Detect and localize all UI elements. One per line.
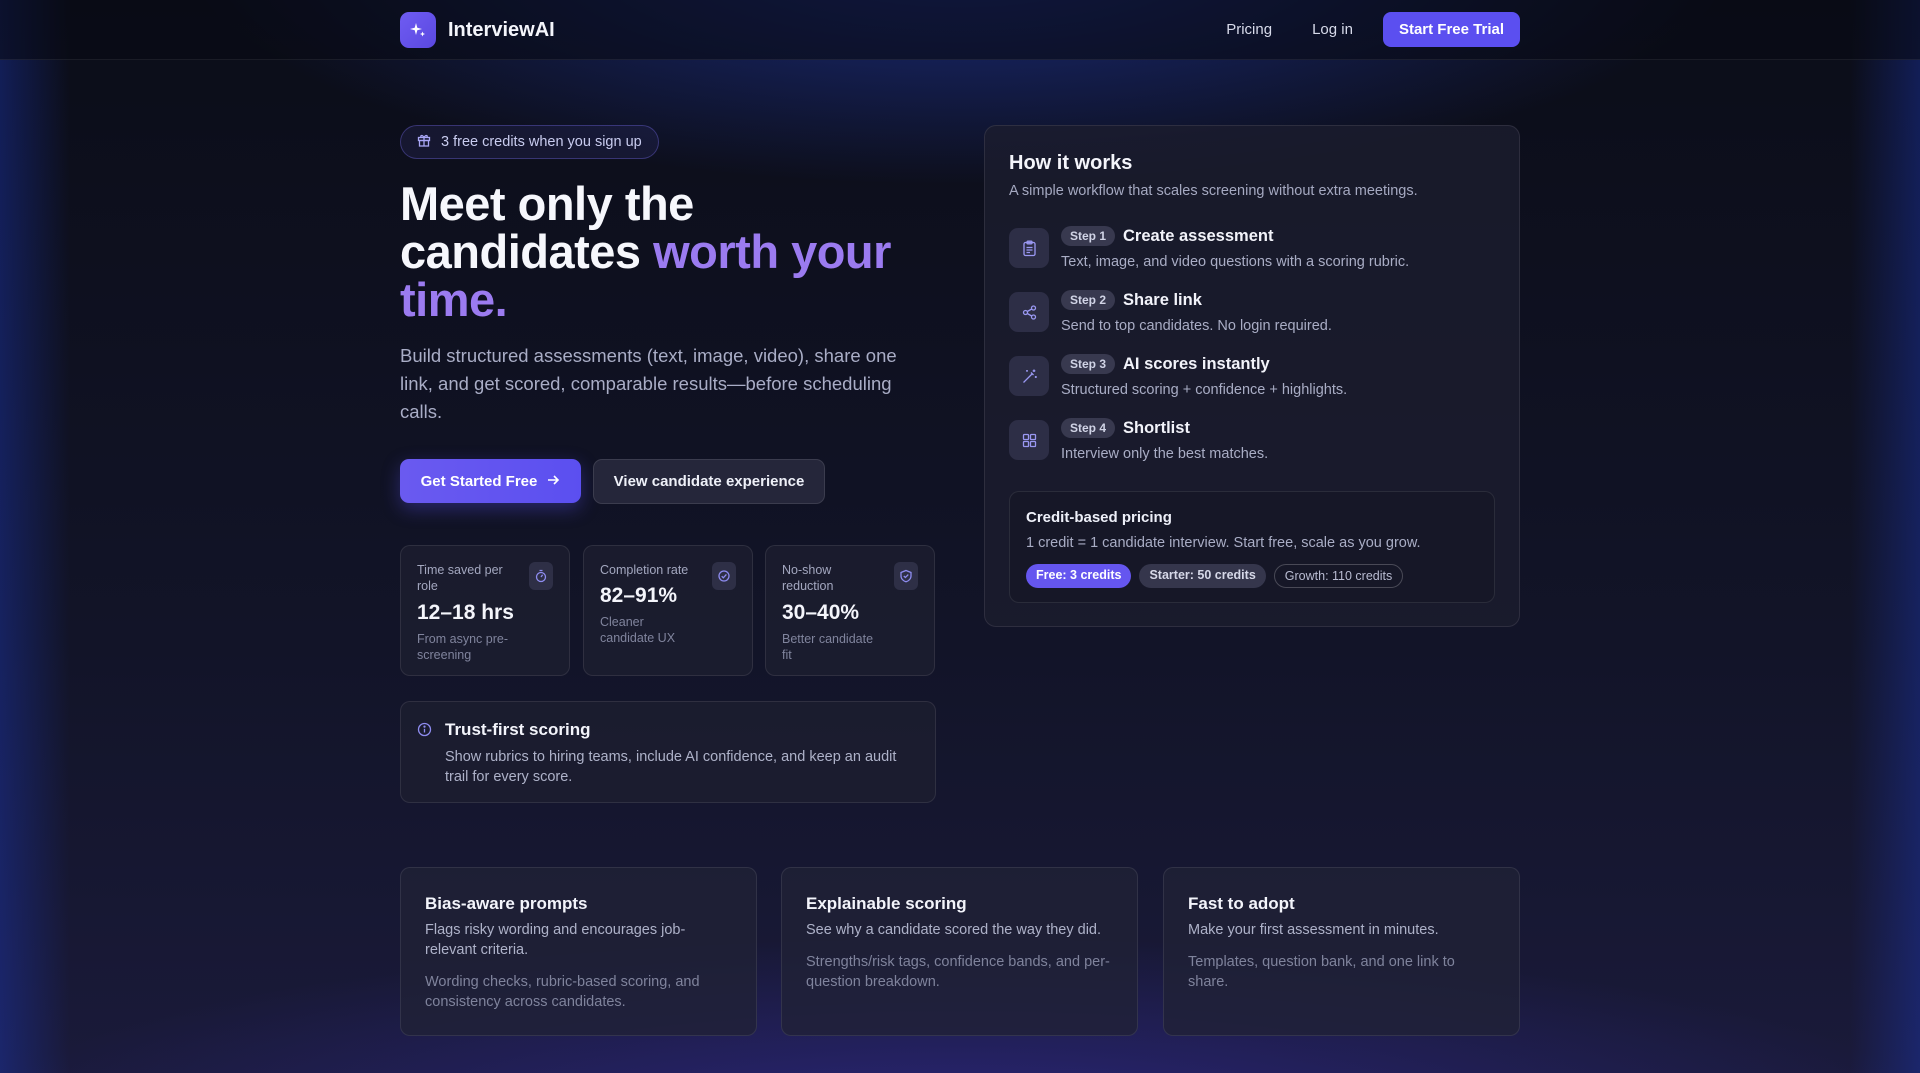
feature-detail: Templates, question bank, and one link t… <box>1188 954 1455 990</box>
step-title: Share link <box>1123 290 1202 309</box>
view-candidate-experience-button[interactable]: View candidate experience <box>593 459 825 504</box>
badge-label: 3 free credits when you sign up <box>441 134 642 150</box>
trust-text: Show rubrics to hiring teams, include AI… <box>445 749 897 785</box>
stat-value: 12–18 hrs <box>417 601 514 624</box>
feature-title: Explainable scoring <box>806 894 967 913</box>
stat-card-no-show-reduction: No-show reduction 30–40% Better candidat… <box>765 545 935 676</box>
grid-icon <box>1009 420 1049 460</box>
step-create-assessment: Step 1 Create assessment Text, image, an… <box>1009 226 1489 276</box>
step-pill: Step 4 <box>1061 418 1116 438</box>
stat-card-time-saved: Time saved per role 12–18 hrs From async… <box>400 545 570 676</box>
hero-title-line1: Meet only the <box>400 177 694 230</box>
brand-name: InterviewAI <box>448 18 555 41</box>
step-head: Step 4 Shortlist <box>1061 418 1190 438</box>
stat-value: 30–40% <box>782 601 860 624</box>
step-head: Step 2 Share link <box>1061 290 1202 310</box>
hero-title: Meet only the candidates worth your time… <box>400 180 940 324</box>
how-it-works-title: How it works <box>1009 152 1133 174</box>
feature-title: Fast to adopt <box>1188 894 1295 913</box>
step-text: Interview only the best matches. <box>1061 446 1269 462</box>
step-text: Text, image, and video questions with a … <box>1061 254 1410 270</box>
pricing-text: 1 credit = 1 candidate interview. Start … <box>1026 535 1421 551</box>
feature-card-explainable: Explainable scoring See why a candidate … <box>781 867 1138 1036</box>
step-text: Send to top candidates. No login require… <box>1061 318 1332 334</box>
info-icon <box>417 722 432 742</box>
stat-label: Time saved per role <box>417 563 503 593</box>
clipboard-icon <box>1009 228 1049 268</box>
tier-free-badge: Free: 3 credits <box>1026 564 1132 588</box>
tier-growth-badge: Growth: 110 credits <box>1273 564 1404 588</box>
step-title: Create assessment <box>1123 226 1274 245</box>
free-credits-badge: 3 free credits when you sign up <box>400 125 659 159</box>
trust-first-scoring-card: Trust-first scoring Show rubrics to hiri… <box>400 701 936 803</box>
step-head: Step 3 AI scores instantly <box>1061 354 1270 374</box>
step-shortlist: Step 4 Shortlist Interview only the best… <box>1009 418 1489 468</box>
get-started-free-button[interactable]: Get Started Free <box>400 459 581 503</box>
step-pill: Step 1 <box>1061 226 1116 246</box>
check-circle-icon <box>712 562 736 590</box>
feature-title: Bias-aware prompts <box>425 894 588 913</box>
nav-links: Pricing Log in Start Free Trial <box>1226 12 1520 47</box>
brand[interactable]: InterviewAI <box>400 12 555 48</box>
sparkle-logo-icon <box>400 12 436 48</box>
shield-check-icon <box>894 562 918 590</box>
stat-note: Better candidate fit <box>782 632 874 662</box>
hero-subtitle: Build structured assessments (text, imag… <box>400 345 897 422</box>
start-free-trial-button[interactable]: Start Free Trial <box>1382 12 1520 47</box>
stat-label: Completion rate <box>600 563 689 577</box>
get-started-label: Get Started Free <box>420 472 538 490</box>
nav-login-link[interactable]: Log in <box>1312 21 1353 38</box>
feature-description: See why a candidate scored the way they … <box>806 922 1102 938</box>
gift-icon <box>417 133 431 151</box>
nav-pricing-link[interactable]: Pricing <box>1226 21 1272 38</box>
hero-title-line2: candidates <box>400 225 641 278</box>
pricing-title: Credit-based pricing <box>1026 509 1172 526</box>
feature-detail: Strengths/risk tags, confidence bands, a… <box>806 954 1110 990</box>
how-it-works-card: How it works A simple workflow that scal… <box>984 125 1520 627</box>
feature-description: Make your first assessment in minutes. <box>1188 922 1439 938</box>
share-icon <box>1009 292 1049 332</box>
step-head: Step 1 Create assessment <box>1061 226 1273 246</box>
how-it-works-subtitle: A simple workflow that scales screening … <box>1009 183 1418 199</box>
stat-note: From async pre-screening <box>417 632 508 662</box>
top-navbar: InterviewAI Pricing Log in Start Free Tr… <box>0 0 1920 60</box>
magic-wand-icon <box>1009 356 1049 396</box>
step-title: AI scores instantly <box>1123 354 1270 373</box>
trust-title: Trust-first scoring <box>445 720 591 739</box>
feature-card-bias-aware: Bias-aware prompts Flags risky wording a… <box>400 867 757 1036</box>
step-share-link: Step 2 Share link Send to top candidates… <box>1009 290 1489 340</box>
feature-description: Flags risky wording and encourages job-r… <box>425 922 686 958</box>
stat-label: No-show reduction <box>782 563 834 593</box>
step-pill: Step 3 <box>1061 354 1116 374</box>
stat-note: Cleaner candidate UX <box>600 615 676 645</box>
step-ai-scores: Step 3 AI scores instantly Structured sc… <box>1009 354 1489 404</box>
step-pill: Step 2 <box>1061 290 1116 310</box>
credit-pricing-box: Credit-based pricing 1 credit = 1 candid… <box>1009 491 1495 603</box>
tier-starter-badge: Starter: 50 credits <box>1139 564 1266 588</box>
stat-card-completion-rate: Completion rate 82–91% Cleaner candidate… <box>583 545 753 676</box>
feature-detail: Wording checks, rubric-based scoring, an… <box>425 974 700 1010</box>
arrow-right-icon <box>547 473 560 490</box>
step-text: Structured scoring + confidence + highli… <box>1061 382 1348 398</box>
stopwatch-icon <box>529 562 553 590</box>
feature-card-fast-adopt: Fast to adopt Make your first assessment… <box>1163 867 1520 1036</box>
step-title: Shortlist <box>1123 418 1190 437</box>
pricing-tiers: Free: 3 credits Starter: 50 credits Grow… <box>1026 564 1478 588</box>
